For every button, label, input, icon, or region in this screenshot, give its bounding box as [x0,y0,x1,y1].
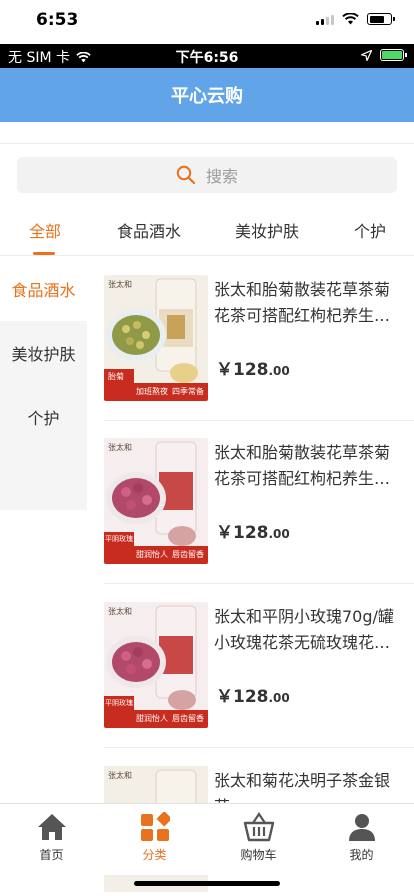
product-price: ￥128.00 [216,523,290,543]
tabbar-item-category[interactable]: 分类 [103,804,206,870]
image-name-tag: 平阴玫瑰 [105,535,133,543]
image-brand-label: 张太和 [108,771,132,780]
tab-all[interactable]: 全部 [29,218,61,242]
tabbar-label: 分类 [142,848,167,862]
app-status-icons [361,49,407,61]
system-status-bar: 6:53 [0,0,414,44]
search-bar[interactable]: 搜索 [17,157,397,193]
image-brand-label: 张太和 [108,443,132,452]
side-item-personal-care[interactable]: 个护 [0,385,87,449]
product-image[interactable]: 张太和 平阴玫瑰 甜润怡人 唇齿留香 [104,602,208,728]
image-badges: 甜润怡人 唇齿留香 [136,714,204,723]
side-item-beauty-skincare[interactable]: 美妆护肤 [0,321,87,385]
side-item-food-drinks[interactable]: 食品酒水 [0,257,87,321]
tabbar-label: 购物车 [240,848,277,862]
system-status-icons [316,13,395,25]
tabbar-label: 我的 [349,848,374,862]
app-clock: 下午6:56 [175,50,239,66]
battery-charging-icon [380,49,407,61]
wifi-icon [342,13,359,25]
tab-food-drinks[interactable]: 食品酒水 [117,218,181,242]
product-image[interactable]: 张太和 胎菊 加班熬夜 四季常备 [104,275,208,401]
category-icon [140,812,170,841]
product-title[interactable]: 张太和平阴小玫瑰70g/罐小玫瑰花茶无硫玫瑰花茶泡... [214,604,404,656]
image-name-tag: 胎菊 [108,372,124,381]
user-icon [348,814,375,841]
tabbar-label: 首页 [39,848,64,862]
home-icon [37,814,66,840]
product-item[interactable]: 张太和 平阴玫瑰 甜润怡人 唇齿留香 张太和平阴小玫瑰70g/罐小玫瑰花茶无硫玫… [104,584,414,748]
search-icon [176,165,196,185]
tabbar-item-home[interactable]: 首页 [0,804,103,870]
side-category-menu: 食品酒水 美妆护肤 个护 [0,257,87,510]
product-price: ￥128.00 [216,687,290,707]
page-title: 平心云购 [171,86,243,107]
active-tab-indicator [33,252,55,255]
image-badges: 加班熬夜 四季常备 [136,387,204,396]
tabbar-item-cart[interactable]: 购物车 [207,804,310,870]
app-header: 平心云购 [0,68,414,122]
home-indicator [134,881,280,886]
app-status-bar: 无 SIM 卡 下午6:56 [0,44,414,68]
cart-icon [243,812,274,842]
image-name-tag: 平阴玫瑰 [105,699,133,707]
product-price: ￥128.00 [216,360,290,380]
product-title[interactable]: 张太和胎菊散装花草茶菊花茶可搭配红枸杞养生茶饮... [214,277,404,329]
product-image[interactable]: 张太和 平阴玫瑰 甜润怡人 唇齿留香 [104,438,208,564]
product-item[interactable]: 张太和 平阴玫瑰 甜润怡人 唇齿留香 张太和胎菊散装花草茶菊花茶可搭配红枸杞养生… [104,420,414,584]
tab-personal-care[interactable]: 个护 [354,218,386,242]
tab-beauty-skincare[interactable]: 美妆护肤 [235,218,299,242]
category-tabs: 全部 食品酒水 美妆护肤 个护 [0,200,414,256]
cellular-signal-icon [316,13,334,25]
product-title[interactable]: 张太和胎菊散装花草茶菊花茶可搭配红枸杞养生茶饮... [214,440,404,492]
bottom-tab-bar: 首页 分类 购物车 我的 [0,803,414,875]
image-badges: 甜润怡人 唇齿留香 [136,550,204,559]
search-placeholder: 搜索 [205,167,238,186]
product-item[interactable]: 张太和 胎菊 加班熬夜 四季常备 张太和胎菊散装花草茶菊花茶可搭配红枸杞养生茶饮… [104,257,414,421]
tabbar-item-profile[interactable]: 我的 [310,804,413,870]
image-brand-label: 张太和 [108,280,132,289]
battery-icon [367,13,395,25]
location-arrow-icon [361,49,372,61]
system-clock: 6:53 [36,10,79,30]
header-spacer [0,122,414,144]
image-brand-label: 张太和 [108,607,132,616]
